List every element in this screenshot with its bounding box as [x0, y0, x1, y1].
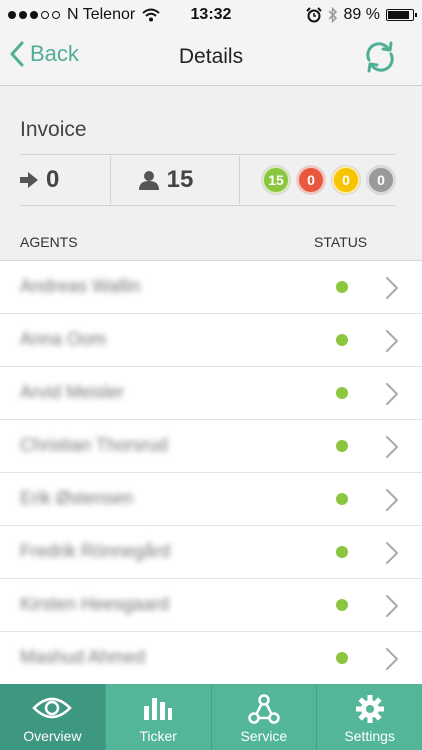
tab-overview[interactable]: Overview: [0, 684, 105, 750]
battery-level: [388, 11, 410, 19]
divider: [20, 205, 395, 206]
agent-row[interactable]: Erik Østensen: [0, 473, 422, 526]
agent-name: Kirsten Heesgaard: [20, 594, 170, 614]
tab-label: Settings: [344, 728, 395, 744]
status-count-available: 15: [262, 166, 290, 194]
agent-row[interactable]: Kirsten Heesgaard: [0, 579, 422, 632]
tab-label: Ticker: [139, 728, 177, 744]
chevron-right-icon: [386, 436, 398, 458]
bar-chart-icon: [144, 698, 173, 720]
users-stat: 15: [111, 156, 240, 204]
agent-name: Christian Thorsrud: [20, 435, 168, 455]
agent-name: Mashud Ahmed: [20, 647, 146, 667]
agent-list: Andreas Wallin Anna Oom Arvid Meisler Chris…: [0, 261, 422, 685]
tab-ticker[interactable]: Ticker: [104, 684, 211, 750]
status-indicator: [336, 334, 348, 346]
stats-row: 0 15 15 0 0 0: [20, 156, 395, 204]
forwarded-stat: 0: [20, 156, 111, 204]
tab-settings[interactable]: Settings: [316, 684, 422, 750]
network-icon: [248, 694, 280, 724]
chevron-right-icon: [386, 595, 398, 617]
status-indicator: [336, 440, 348, 452]
alarm-icon: [305, 7, 322, 23]
chevron-right-icon: [386, 489, 398, 511]
page-title: Details: [178, 45, 244, 68]
arrow-right-icon: [20, 172, 38, 188]
tab-label: Service: [240, 728, 288, 744]
status-indicator: [336, 493, 348, 505]
status-bar: N Telenor 13:32 89 %: [0, 0, 422, 30]
tab-service[interactable]: Service: [210, 684, 317, 750]
agent-name: Andreas Wallin: [20, 276, 141, 296]
status-indicator: [336, 387, 348, 399]
status-indicator: [336, 599, 348, 611]
queue-summary: Invoice 0 15 15 0 0 0: [0, 86, 422, 228]
status-count-offline: 0: [367, 166, 395, 194]
agent-name: Erik Østensen: [20, 488, 134, 508]
chevron-right-icon: [386, 648, 398, 670]
forwarded-count: 0: [46, 166, 60, 193]
status-count-away: 0: [332, 166, 360, 194]
users-count: 15: [166, 166, 194, 193]
list-header: AGENTS STATUS: [0, 228, 422, 261]
agent-row[interactable]: Mashud Ahmed: [0, 632, 422, 685]
status-icons: 89 %: [305, 6, 417, 24]
queue-title: Invoice: [20, 118, 87, 141]
divider: [20, 154, 395, 155]
agent-row[interactable]: Christian Thorsrud: [0, 420, 422, 473]
agent-name: Arvid Meisler: [20, 382, 125, 402]
chevron-right-icon: [386, 383, 398, 405]
agent-row[interactable]: Anna Oom: [0, 314, 422, 367]
agent-name: Anna Oom: [20, 329, 107, 349]
status-count-busy: 0: [297, 166, 325, 194]
status-indicator: [336, 652, 348, 664]
refresh-icon[interactable]: [363, 40, 397, 74]
chevron-right-icon: [386, 542, 398, 564]
agent-row[interactable]: Arvid Meisler: [0, 367, 422, 420]
status-counts: 15 0 0 0: [240, 156, 395, 204]
gear-icon: [355, 695, 384, 723]
navigation-bar: Back Details: [0, 30, 422, 86]
chevron-right-icon: [386, 330, 398, 352]
chevron-right-icon: [386, 277, 398, 299]
status-indicator: [336, 546, 348, 558]
agent-name: Fredrik Rönnegård: [20, 541, 171, 561]
battery-percent: 89 %: [343, 6, 380, 23]
status-indicator: [336, 281, 348, 293]
agent-row[interactable]: Fredrik Rönnegård: [0, 526, 422, 579]
bluetooth-icon: [328, 7, 337, 23]
tab-bar: Overview Ticker Service Settings: [0, 684, 422, 750]
status-column-header: STATUS: [314, 234, 368, 250]
tab-label: Overview: [23, 728, 82, 744]
user-icon: [138, 171, 159, 190]
agent-row[interactable]: Andreas Wallin: [0, 261, 422, 314]
agents-column-header: AGENTS: [20, 234, 78, 250]
eye-icon: [32, 697, 73, 719]
battery-icon: [386, 9, 417, 21]
